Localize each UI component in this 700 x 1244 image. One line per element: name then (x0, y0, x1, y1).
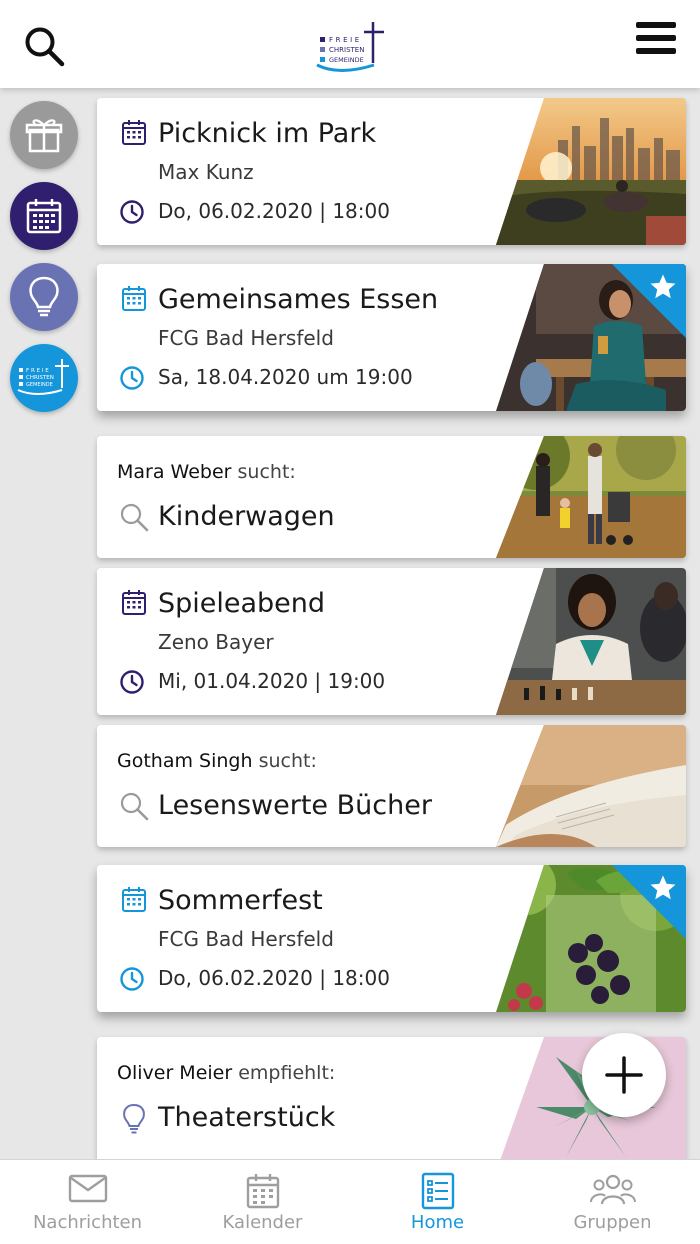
filter-church-button[interactable]: FREIE CHRISTEN GEMEINDE (10, 344, 78, 412)
church-logo[interactable]: FREIE CHRISTEN GEMEINDE (314, 20, 388, 76)
app-header: FREIE CHRISTEN GEMEINDE (0, 0, 700, 88)
hamburger-icon (636, 22, 676, 54)
request-verb: sucht: (237, 461, 296, 483)
request-card[interactable]: Mara Weber sucht: Kinderwagen (97, 436, 686, 558)
nav-item-kalender[interactable]: Kalender (175, 1160, 350, 1244)
event-time: Do, 06.02.2020 | 18:00 (158, 199, 390, 223)
lightbulb-icon (123, 1103, 145, 1134)
clock-icon (120, 670, 144, 694)
calendar-icon (26, 199, 62, 234)
request-author-line: Mara Weber sucht: (117, 461, 296, 483)
event-title: Picknick im Park (158, 118, 377, 149)
request-title: Kinderwagen (158, 501, 335, 532)
book-photo (496, 725, 686, 847)
family-walk-photo (496, 436, 686, 558)
list-icon (421, 1172, 454, 1210)
nav-label: Kalender (222, 1212, 303, 1233)
svg-text:FREIE: FREIE (329, 36, 362, 44)
search-icon (120, 503, 149, 532)
request-author-line: Gotham Singh sucht: (117, 750, 317, 772)
request-card[interactable]: Gotham Singh sucht: Lesenswerte Bücher (97, 725, 686, 847)
nav-item-nachrichten[interactable]: Nachrichten (0, 1160, 175, 1244)
church-logo-icon: FREIE CHRISTEN GEMEINDE (17, 359, 69, 395)
event-organizer: Zeno Bayer (158, 630, 274, 654)
nav-label: Gruppen (573, 1212, 652, 1233)
menu-button[interactable] (636, 20, 678, 58)
plus-icon (605, 1056, 643, 1094)
picnic-photo (496, 98, 686, 245)
calendar-icon (122, 120, 146, 145)
event-organizer: FCG Bad Hersfeld (158, 326, 334, 350)
event-title: Spieleabend (158, 588, 326, 619)
nav-item-home[interactable]: Home (350, 1160, 525, 1244)
request-title: Lesenswerte Bücher (158, 790, 432, 821)
event-card[interactable]: Sommerfest FCG Bad Hersfeld Do, 06.02.20… (97, 865, 686, 1012)
clock-icon (120, 967, 144, 991)
lightbulb-icon (29, 276, 59, 317)
calendar-icon (122, 286, 146, 311)
event-card[interactable]: Picknick im Park Max Kunz Do, 06.02.2020… (97, 98, 686, 245)
nav-label: Nachrichten (32, 1212, 143, 1233)
request-author: Mara Weber (117, 461, 232, 483)
event-card[interactable]: Gemeinsames Essen FCG Bad Hersfeld Sa, 1… (97, 264, 686, 411)
svg-text:GEMEINDE: GEMEINDE (26, 382, 53, 388)
star-icon (650, 875, 676, 900)
event-organizer: FCG Bad Hersfeld (158, 927, 334, 951)
request-author: Gotham Singh (117, 750, 253, 772)
event-title: Sommerfest (158, 885, 323, 916)
add-button[interactable] (582, 1033, 666, 1117)
nav-label: Home (410, 1212, 465, 1233)
svg-text:FREIE: FREIE (26, 368, 51, 374)
event-time: Do, 06.02.2020 | 18:00 (158, 966, 390, 990)
search-button[interactable] (22, 24, 66, 68)
filter-events-button[interactable] (10, 182, 78, 250)
recommendation-title: Theaterstück (158, 1102, 336, 1133)
recommendation-author-line: Oliver Meier empfiehlt: (117, 1062, 335, 1084)
clock-icon (120, 200, 144, 224)
event-time: Mi, 01.04.2020 | 19:00 (158, 669, 386, 693)
recommendation-verb: empfiehlt: (238, 1062, 336, 1084)
search-icon (25, 27, 65, 67)
filter-recommendations-button[interactable] (10, 263, 78, 331)
svg-text:CHRISTEN: CHRISTEN (26, 375, 54, 381)
clock-icon (120, 366, 144, 390)
event-card[interactable]: Spieleabend Zeno Bayer Mi, 01.04.2020 | … (97, 568, 686, 715)
calendar-icon (122, 887, 146, 912)
search-icon (120, 792, 149, 821)
event-organizer: Max Kunz (158, 160, 254, 184)
svg-text:CHRISTEN: CHRISTEN (329, 46, 364, 54)
group-icon (589, 1174, 636, 1205)
chess-photo (496, 568, 686, 715)
calendar-icon (246, 1174, 279, 1209)
nav-item-gruppen[interactable]: Gruppen (525, 1160, 700, 1244)
gift-icon (25, 119, 63, 153)
star-icon (650, 274, 676, 299)
filter-gifts-button[interactable] (10, 101, 78, 169)
svg-text:GEMEINDE: GEMEINDE (329, 56, 364, 64)
calendar-icon (122, 590, 146, 615)
event-title: Gemeinsames Essen (158, 284, 439, 315)
recommendation-author: Oliver Meier (117, 1062, 233, 1084)
event-time: Sa, 18.04.2020 um 19:00 (158, 365, 413, 389)
envelope-icon (68, 1174, 107, 1203)
bottom-navigation: Nachrichten Kalender Home Gruppen (0, 1159, 700, 1244)
request-verb: sucht: (258, 750, 317, 772)
